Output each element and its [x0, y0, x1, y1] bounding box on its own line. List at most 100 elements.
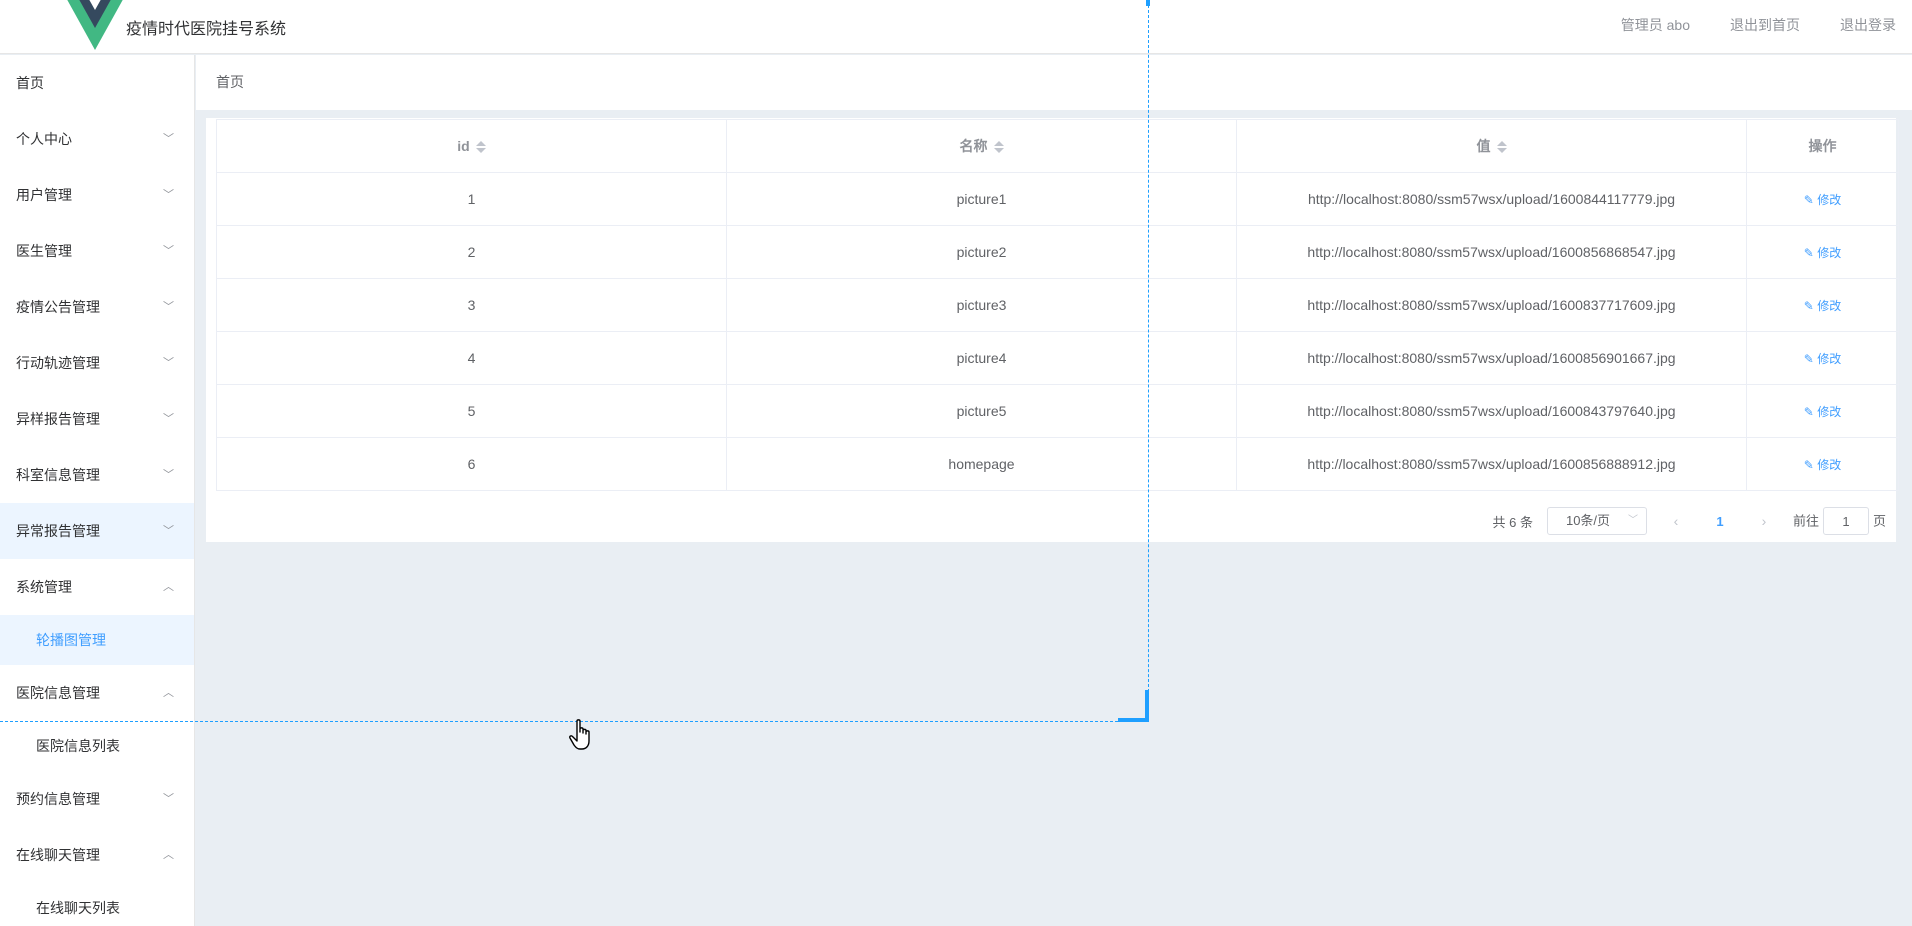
chevron-down-icon: ﹀ [163, 469, 174, 481]
cell-actions: ✎ 修改 [1746, 437, 1899, 491]
sidebar-item-epidemic-notice[interactable]: 疫情公告管理 ﹀ [0, 279, 194, 335]
edit-icon: ✎ [1803, 404, 1818, 419]
cell-name: picture1 [726, 172, 1237, 226]
sidebar-item-user-mgmt[interactable]: 用户管理 ﹀ [0, 167, 194, 223]
table-row: 5 picture5 http://localhost:8080/ssm57ws… [216, 384, 1899, 438]
edit-label: 修改 [1817, 404, 1842, 419]
sidebar-item-system-mgmt[interactable]: 系统管理 ︿ [0, 559, 194, 615]
cell-value: http://localhost:8080/ssm57wsx/upload/16… [1236, 172, 1747, 226]
exit-to-home-link[interactable]: 退出到首页 [1730, 15, 1800, 35]
page-size-value: 10条/页 [1565, 513, 1611, 528]
sidebar-subitem-hospital-list[interactable]: 医院信息列表 [0, 721, 194, 771]
edit-icon: ✎ [1803, 245, 1818, 260]
table-row: 6 homepage http://localhost:8080/ssm57ws… [216, 437, 1899, 491]
edit-icon: ✎ [1803, 351, 1818, 366]
chevron-down-icon: ﹀ [163, 133, 174, 145]
edit-button[interactable]: ✎ 修改 [1804, 352, 1841, 366]
logout-link[interactable]: 退出登录 [1840, 15, 1896, 35]
edit-button[interactable]: ✎ 修改 [1804, 458, 1841, 472]
breadcrumb-home[interactable]: 首页 [216, 74, 244, 90]
hand-cursor-icon [569, 719, 590, 750]
sidebar-item-doctor-mgmt[interactable]: 医生管理 ﹀ [0, 223, 194, 279]
sidebar-item-label: 异样报告管理 [16, 411, 100, 427]
sidebar-item-department[interactable]: 科室信息管理 ﹀ [0, 447, 194, 503]
cell-actions: ✎ 修改 [1746, 278, 1899, 332]
table-row: 1 picture1 http://localhost:8080/ssm57ws… [216, 172, 1899, 226]
sidebar-item-label: 疫情公告管理 [16, 299, 100, 315]
edit-button[interactable]: ✎ 修改 [1804, 246, 1841, 260]
next-page-button[interactable]: › [1749, 513, 1779, 529]
sort-icon[interactable] [1496, 140, 1507, 154]
sidebar-item-label: 科室信息管理 [16, 467, 100, 483]
table-header-row: id 名称 值 操作 [216, 119, 1899, 173]
column-header-actions: 操作 [1746, 119, 1899, 173]
sidebar-item-chat-mgmt[interactable]: 在线聊天管理 ︿ [0, 827, 194, 883]
edit-button[interactable]: ✎ 修改 [1804, 299, 1841, 313]
cell-actions: ✎ 修改 [1746, 172, 1899, 226]
sidebar-item-label: 医院信息管理 [16, 685, 100, 701]
cell-id: 5 [216, 384, 727, 438]
selection-guide-vertical [1148, 0, 1149, 722]
cell-value: http://localhost:8080/ssm57wsx/upload/16… [1236, 225, 1747, 279]
sidebar-item-personal-center[interactable]: 个人中心 ﹀ [0, 111, 194, 167]
sidebar-item-label: 医生管理 [16, 243, 72, 259]
chevron-down-icon: ﹀ [163, 245, 174, 257]
column-header-label: 名称 [959, 138, 988, 154]
edit-label: 修改 [1817, 192, 1842, 207]
column-header-value[interactable]: 值 [1236, 119, 1747, 173]
sidebar-subitem-chat-list[interactable]: 在线聊天列表 [0, 883, 194, 926]
sort-icon[interactable] [993, 140, 1004, 154]
vue-logo-icon [67, 0, 123, 50]
cell-name: homepage [726, 437, 1237, 491]
page-jump-input[interactable] [1822, 507, 1869, 535]
cell-name: picture4 [726, 331, 1237, 385]
cell-actions: ✎ 修改 [1746, 384, 1899, 438]
pagination-total: 共 6 条 [1492, 514, 1533, 530]
sidebar-item-abnormal-report[interactable]: 异常报告管理 ﹀ [0, 503, 194, 559]
table-row: 4 picture4 http://localhost:8080/ssm57ws… [216, 331, 1899, 385]
sidebar-item-anomaly-report[interactable]: 异样报告管理 ﹀ [0, 391, 194, 447]
cell-actions: ✎ 修改 [1746, 225, 1899, 279]
chevron-down-icon: ﹀ [163, 525, 174, 537]
top-header: 疫情时代医院挂号系统 管理员 abo 退出到首页 退出登录 [0, 0, 1912, 54]
chevron-down-icon: ﹀ [163, 413, 174, 425]
sidebar-item-label: 行动轨迹管理 [16, 355, 100, 371]
table-row: 3 picture3 http://localhost:8080/ssm57ws… [216, 278, 1899, 332]
cell-value: http://localhost:8080/ssm57wsx/upload/16… [1236, 384, 1747, 438]
edit-label: 修改 [1817, 245, 1842, 260]
chevron-down-icon: ﹀ [163, 793, 174, 805]
page-jump-prefix: 前往 [1792, 513, 1819, 529]
chevron-down-icon: ﹀ [163, 189, 174, 201]
sidebar-item-home[interactable]: 首页 [0, 55, 194, 111]
sidebar-item-label: 首页 [16, 75, 44, 91]
prev-page-button[interactable]: ‹ [1661, 513, 1691, 529]
page-size-select[interactable]: 10条/页 ﹀ [1546, 507, 1647, 535]
edit-label: 修改 [1817, 298, 1842, 313]
chevron-up-icon: ︿ [163, 849, 174, 861]
edit-icon: ✎ [1803, 298, 1818, 313]
column-header-name[interactable]: 名称 [726, 119, 1237, 173]
cell-actions: ✎ 修改 [1746, 331, 1899, 385]
sort-icon[interactable] [475, 140, 486, 154]
breadcrumb: 首页 [196, 55, 1912, 110]
selection-corner-handle[interactable] [1118, 690, 1149, 722]
edit-icon: ✎ [1803, 457, 1818, 472]
edit-label: 修改 [1817, 457, 1842, 472]
sidebar-item-track-mgmt[interactable]: 行动轨迹管理 ﹀ [0, 335, 194, 391]
table-row: 2 picture2 http://localhost:8080/ssm57ws… [216, 225, 1899, 279]
page-number-current[interactable]: 1 [1705, 514, 1735, 529]
cell-value: http://localhost:8080/ssm57wsx/upload/16… [1236, 331, 1747, 385]
sidebar-item-appointment[interactable]: 预约信息管理 ﹀ [0, 771, 194, 827]
sidebar-item-label: 异常报告管理 [16, 523, 100, 539]
app-title: 疫情时代医院挂号系统 [126, 21, 287, 38]
cell-value: http://localhost:8080/ssm57wsx/upload/16… [1236, 437, 1747, 491]
edit-label: 修改 [1817, 351, 1842, 366]
edit-button[interactable]: ✎ 修改 [1804, 405, 1841, 419]
sidebar-item-label: 在线聊天管理 [16, 847, 100, 863]
sidebar-subitem-carousel[interactable]: 轮播图管理 [0, 615, 194, 665]
chevron-down-icon: ﹀ [163, 301, 174, 313]
column-header-id[interactable]: id [216, 119, 727, 173]
sidebar-item-hospital-info[interactable]: 医院信息管理 ︿ [0, 665, 194, 721]
edit-button[interactable]: ✎ 修改 [1804, 193, 1841, 207]
column-header-label: 操作 [1808, 138, 1837, 154]
